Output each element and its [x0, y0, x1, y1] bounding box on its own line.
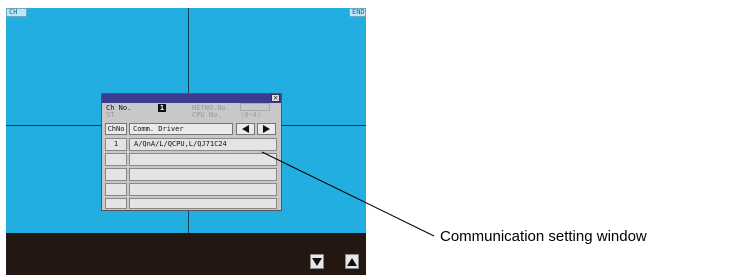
callout-label: Communication setting window [440, 228, 647, 245]
